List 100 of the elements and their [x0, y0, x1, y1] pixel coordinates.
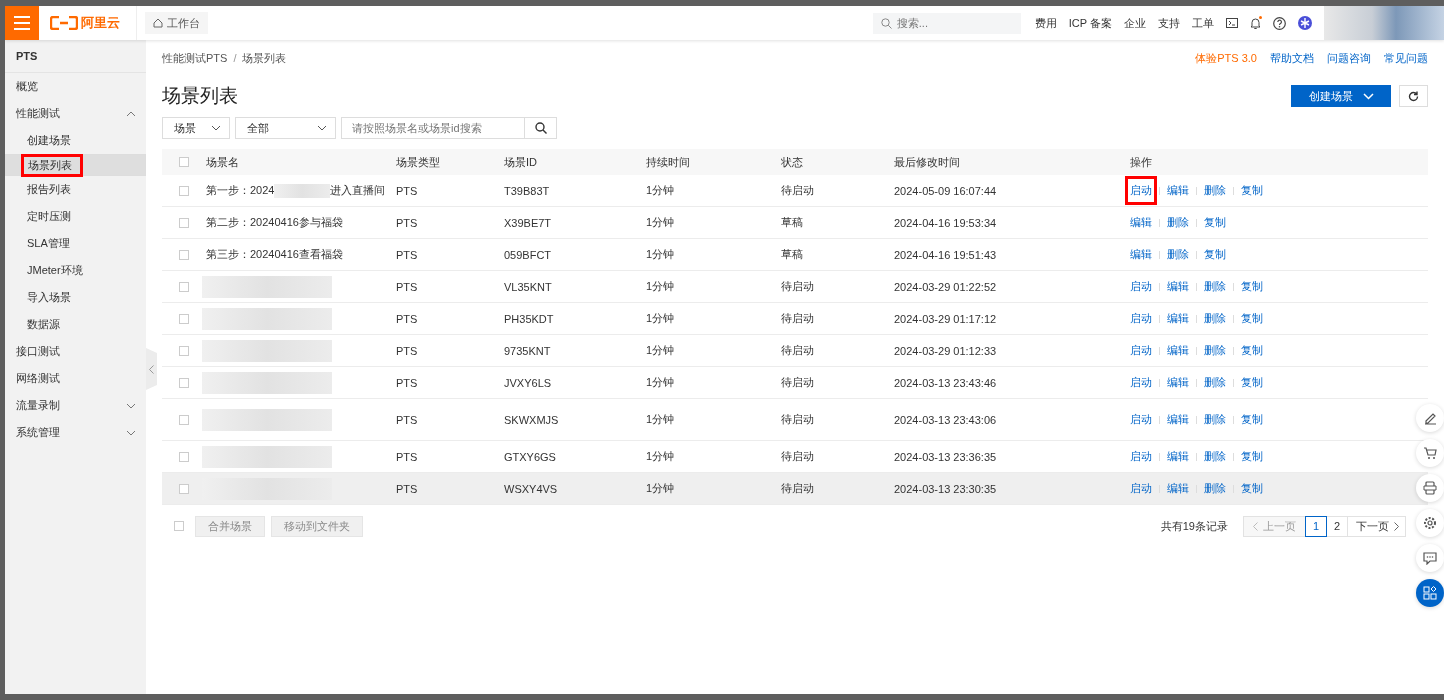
action-link[interactable]: 复制 — [1236, 304, 1268, 333]
app-button[interactable] — [1416, 474, 1444, 502]
action-link[interactable]: 启动 — [1125, 304, 1157, 333]
header-link[interactable]: 帮助文档 — [1270, 50, 1314, 66]
page-button[interactable]: 2 — [1326, 515, 1348, 537]
action-link[interactable]: 编辑 — [1162, 176, 1194, 205]
sidebar-item[interactable]: 创建场景 — [5, 127, 146, 154]
action-link[interactable]: 启动 — [1125, 474, 1157, 503]
chat-button[interactable] — [1416, 544, 1444, 572]
terminal-icon[interactable] — [1226, 18, 1238, 28]
edit-button[interactable] — [1416, 404, 1444, 432]
action-link[interactable]: 编辑 — [1162, 368, 1194, 397]
action-link[interactable]: 编辑 — [1162, 405, 1194, 434]
table-cell: 1分钟 — [646, 311, 675, 326]
action-link[interactable]: 启动 — [1125, 368, 1157, 397]
next-page-button[interactable]: 下一页 — [1347, 515, 1406, 537]
sidebar-item[interactable]: JMeter环境 — [5, 257, 146, 284]
checkbox[interactable] — [179, 345, 189, 356]
cart-button[interactable] — [1416, 439, 1444, 467]
sidebar-item[interactable]: 导入场景 — [5, 284, 146, 311]
action-link[interactable]: 复制 — [1236, 474, 1268, 503]
sidebar-item[interactable]: 定时压测 — [5, 203, 146, 230]
action-link[interactable]: 删除 — [1199, 474, 1231, 503]
action-link[interactable]: 复制 — [1236, 368, 1268, 397]
action-link[interactable]: 删除 — [1162, 240, 1194, 269]
checkbox[interactable] — [179, 157, 189, 167]
action-link[interactable]: 编辑 — [1125, 208, 1157, 237]
checkbox[interactable] — [179, 217, 189, 228]
action-link[interactable]: 复制 — [1236, 405, 1268, 434]
logo-icon — [50, 16, 78, 30]
action-link[interactable]: 复制 — [1236, 442, 1268, 471]
action-link[interactable]: 删除 — [1199, 405, 1231, 434]
checkbox[interactable] — [179, 281, 189, 292]
action-link[interactable]: 启动 — [1125, 442, 1157, 471]
bell-icon[interactable] — [1250, 16, 1261, 30]
refresh-button[interactable] — [1399, 85, 1428, 107]
top-nav-link[interactable]: 工单 — [1192, 15, 1214, 31]
help-icon[interactable] — [1273, 16, 1286, 30]
search-button[interactable] — [524, 117, 557, 139]
sidebar-item[interactable]: 场景列表 — [5, 154, 146, 176]
checkbox[interactable] — [179, 451, 189, 462]
settings-button[interactable] — [1416, 509, 1444, 537]
checkbox[interactable] — [174, 521, 184, 531]
action-link[interactable]: 复制 — [1199, 240, 1231, 269]
action-link[interactable]: 删除 — [1199, 176, 1231, 205]
sidebar-item[interactable]: 系统管理 — [5, 419, 146, 446]
checkbox[interactable] — [179, 185, 189, 196]
checkbox[interactable] — [179, 249, 189, 260]
apps-button[interactable] — [1416, 579, 1444, 607]
action-link[interactable]: 编辑 — [1125, 240, 1157, 269]
action-link[interactable]: 启动 — [1125, 405, 1157, 434]
action-link[interactable]: 删除 — [1199, 336, 1231, 365]
sidebar-item[interactable]: 报告列表 — [5, 176, 146, 203]
action-link[interactable]: 启动 — [1125, 176, 1157, 205]
type-select[interactable]: 场景 — [162, 117, 230, 139]
action-link[interactable]: 复制 — [1236, 176, 1268, 205]
action-link[interactable]: 删除 — [1199, 272, 1231, 301]
top-nav-link[interactable]: 支持 — [1158, 15, 1180, 31]
menu-button[interactable] — [5, 6, 39, 40]
action-link[interactable]: 编辑 — [1162, 336, 1194, 365]
top-nav-link[interactable]: ICP 备案 — [1068, 15, 1112, 31]
header-link[interactable]: 常见问题 — [1384, 50, 1428, 66]
action-link[interactable]: 编辑 — [1162, 474, 1194, 503]
action-link[interactable]: 复制 — [1236, 272, 1268, 301]
action-link[interactable]: 编辑 — [1162, 304, 1194, 333]
header-link[interactable]: 问题咨询 — [1327, 50, 1371, 66]
sidebar-item[interactable]: 接口测试 — [5, 338, 146, 365]
checkbox[interactable] — [179, 483, 189, 494]
sidebar-item[interactable]: 概览 — [5, 73, 146, 100]
workbench-button[interactable]: 工作台 — [145, 12, 208, 34]
top-nav-link[interactable]: 费用 — [1034, 15, 1057, 31]
avatar-icon[interactable] — [1298, 16, 1312, 30]
action-link[interactable]: 删除 — [1199, 368, 1231, 397]
action-link[interactable]: 删除 — [1199, 304, 1231, 333]
action-link[interactable]: 编辑 — [1162, 272, 1194, 301]
apps-icon — [1423, 586, 1437, 600]
create-scenario-button[interactable]: 创建场景 — [1291, 85, 1391, 107]
search-field[interactable]: 搜索... — [872, 12, 1021, 34]
sidebar-item[interactable]: 性能测试 — [5, 100, 146, 127]
search-field[interactable]: 请按照场景名或场景id搜索 — [341, 117, 525, 139]
sidebar-item[interactable]: SLA管理 — [5, 230, 146, 257]
action-link[interactable]: 启动 — [1125, 272, 1157, 301]
collapse-handle[interactable] — [146, 348, 157, 390]
status-select[interactable]: 全部 — [235, 117, 336, 139]
action-link[interactable]: 删除 — [1199, 442, 1231, 471]
action-link[interactable]: 删除 — [1162, 208, 1194, 237]
checkbox[interactable] — [179, 313, 189, 324]
page-button[interactable]: 1 — [1305, 515, 1327, 537]
checkbox[interactable] — [179, 414, 189, 425]
top-nav-link[interactable]: 企业 — [1124, 15, 1146, 31]
sidebar-item[interactable]: 流量录制 — [5, 392, 146, 419]
sidebar-item[interactable]: 网络测试 — [5, 365, 146, 392]
action-link[interactable]: 复制 — [1236, 336, 1268, 365]
breadcrumb-link[interactable]: 性能测试PTS — [162, 51, 228, 64]
refresh-icon — [1408, 90, 1419, 102]
action-link[interactable]: 启动 — [1125, 336, 1157, 365]
action-link[interactable]: 复制 — [1199, 208, 1231, 237]
checkbox[interactable] — [179, 377, 189, 388]
action-link[interactable]: 编辑 — [1162, 442, 1194, 471]
sidebar-item[interactable]: 数据源 — [5, 311, 146, 338]
